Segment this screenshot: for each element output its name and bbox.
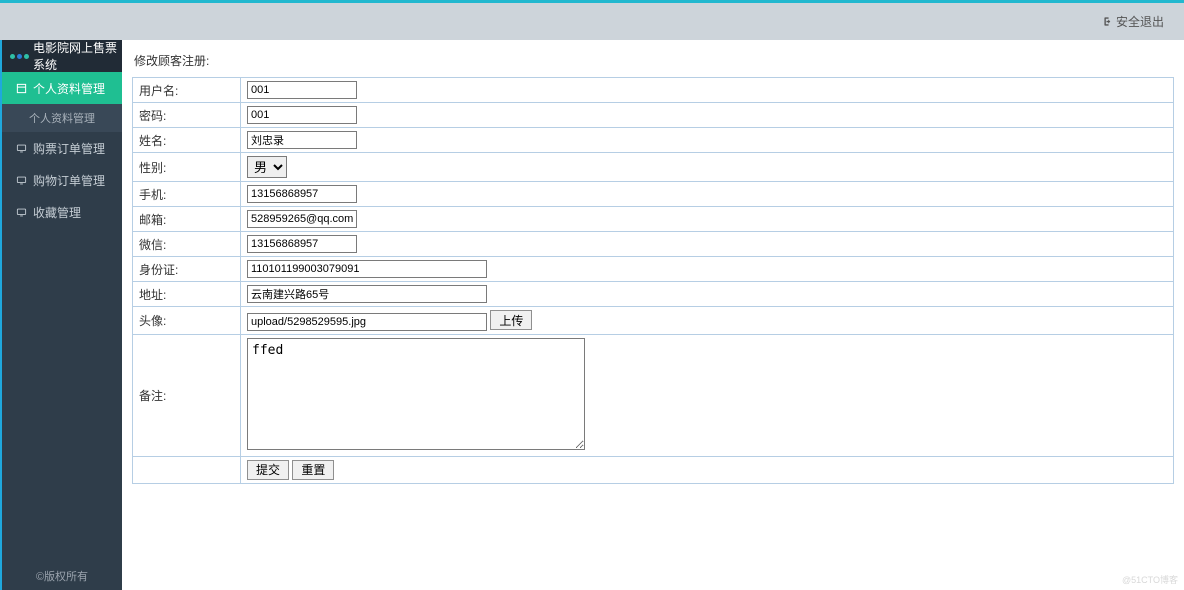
password-input[interactable] (247, 106, 357, 124)
sidebar: 电影院网上售票系统 个人资料管理 个人资料管理 购票订单管理 购物订单管理 收藏… (2, 40, 122, 590)
sidebar-footer: ©版权所有 (2, 562, 122, 590)
top-bar: 安全退出 (0, 0, 1184, 40)
sidebar-item-label: 收藏管理 (33, 204, 81, 221)
sidebar-item-profile[interactable]: 个人资料管理 (2, 72, 122, 104)
remark-textarea[interactable]: ffed (247, 338, 585, 450)
name-input[interactable] (247, 131, 357, 149)
label-username: 用户名: (133, 78, 241, 103)
watermark: @51CTO博客 (1122, 573, 1178, 586)
sidebar-item-shop-orders[interactable]: 购物订单管理 (2, 164, 122, 196)
logout-icon (1101, 16, 1112, 27)
label-phone: 手机: (133, 182, 241, 207)
gender-select[interactable]: 男 (247, 156, 287, 178)
page-title: 修改顾客注册: (132, 48, 1174, 77)
sidebar-item-label: 购物订单管理 (33, 172, 105, 189)
logout-link[interactable]: 安全退出 (1101, 13, 1164, 30)
label-email: 邮箱: (133, 207, 241, 232)
phone-input[interactable] (247, 185, 357, 203)
idcard-input[interactable] (247, 260, 487, 278)
sidebar-header: 电影院网上售票系统 (2, 40, 122, 72)
sidebar-item-favorites[interactable]: 收藏管理 (2, 196, 122, 228)
submit-button[interactable]: 提交 (247, 460, 289, 480)
label-name: 姓名: (133, 128, 241, 153)
logo-dots-icon (10, 54, 29, 59)
wechat-input[interactable] (247, 235, 357, 253)
avatar-path-input[interactable] (247, 313, 487, 331)
sidebar-item-ticket-orders[interactable]: 购票订单管理 (2, 132, 122, 164)
label-password: 密码: (133, 103, 241, 128)
label-actions (133, 456, 241, 483)
label-avatar: 头像: (133, 307, 241, 335)
address-input[interactable] (247, 285, 487, 303)
profile-icon (16, 83, 27, 94)
monitor-icon (16, 143, 27, 154)
edit-customer-form: 用户名: 密码: 姓名: 性别: 男 手机: 邮箱: (132, 77, 1174, 484)
main-content: 修改顾客注册: 用户名: 密码: 姓名: 性别: 男 手机: 邮箱 (122, 40, 1184, 590)
monitor-icon (16, 207, 27, 218)
reset-button[interactable]: 重置 (292, 460, 334, 480)
label-remark: 备注: (133, 334, 241, 456)
sidebar-title: 电影院网上售票系统 (33, 39, 122, 73)
sidebar-sub-profile[interactable]: 个人资料管理 (2, 104, 122, 132)
label-idcard: 身份证: (133, 257, 241, 282)
upload-button[interactable]: 上传 (490, 310, 532, 330)
username-input[interactable] (247, 81, 357, 99)
label-gender: 性别: (133, 153, 241, 182)
sidebar-item-label: 购票订单管理 (33, 140, 105, 157)
label-address: 地址: (133, 282, 241, 307)
logout-label: 安全退出 (1116, 13, 1164, 30)
label-wechat: 微信: (133, 232, 241, 257)
monitor-icon (16, 175, 27, 186)
sidebar-item-label: 个人资料管理 (33, 80, 105, 97)
email-input[interactable] (247, 210, 357, 228)
